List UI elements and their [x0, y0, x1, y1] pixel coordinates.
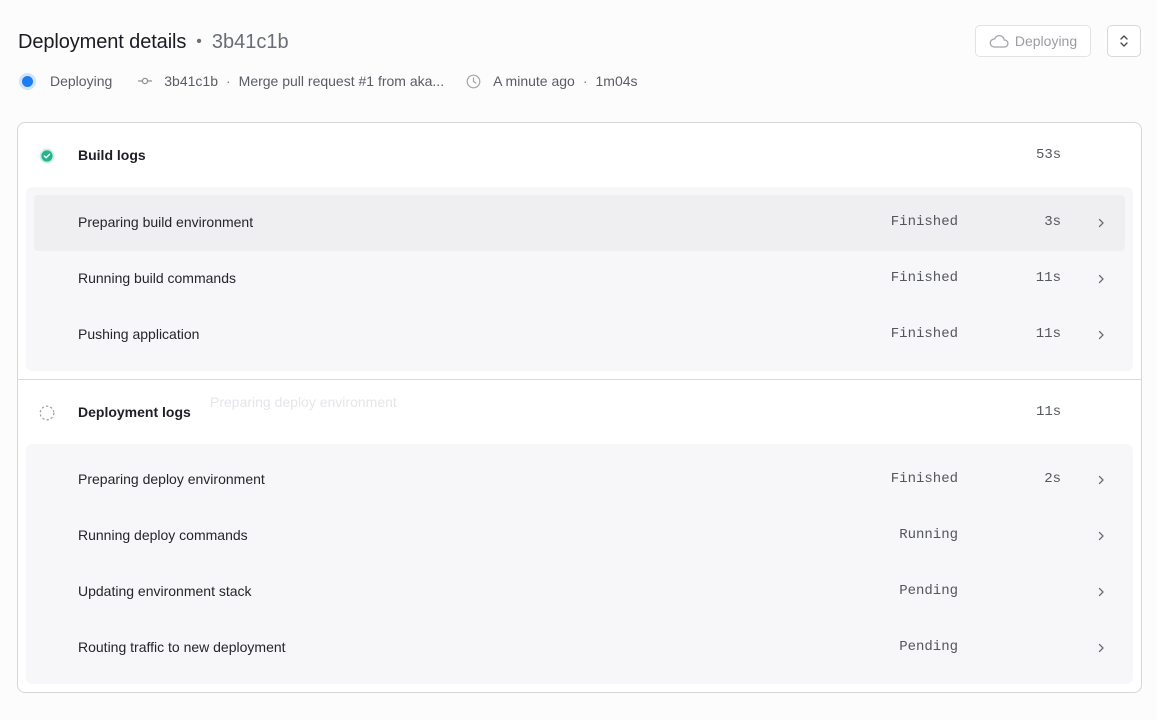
chevron-right-icon: [1095, 272, 1107, 286]
deploy-steps-list: Preparing deploy environment Finished 2s…: [26, 444, 1133, 684]
meta-separator: ·: [582, 73, 588, 89]
cloud-icon: [989, 34, 1009, 48]
chevron-up-down-icon: [1118, 34, 1130, 48]
build-logs-header[interactable]: Build logs 53s: [18, 125, 1141, 185]
step-time: 3s: [1044, 214, 1061, 230]
step-state: Finished: [890, 214, 958, 230]
deployment-details-page: Deployment details • 3b41c1b Deploying D…: [0, 0, 1157, 720]
loading-circle-icon: [39, 405, 55, 421]
title-separator: •: [196, 33, 202, 50]
step-state: Pending: [899, 639, 958, 655]
deployment-logs-duration: 11s: [1036, 404, 1062, 420]
chevron-right-icon: [1095, 641, 1107, 655]
step-label: Preparing deploy environment: [78, 471, 265, 487]
step-label: Running deploy commands: [78, 527, 248, 543]
deploying-button[interactable]: Deploying: [975, 25, 1091, 57]
chevron-right-icon: [1095, 216, 1107, 230]
step-label: Running build commands: [78, 270, 236, 286]
step-state: Pending: [899, 583, 958, 599]
commit-hash-link[interactable]: 3b41c1b: [164, 73, 218, 89]
deployment-duration: 1m04s: [595, 73, 638, 89]
chevron-right-icon: [1095, 585, 1107, 599]
meta-separator: ·: [225, 73, 231, 89]
step-label: Pushing application: [78, 326, 200, 342]
git-commit-icon: [138, 76, 153, 86]
chevron-right-icon: [1095, 529, 1107, 543]
deploy-step-row[interactable]: Running deploy commands Running: [34, 508, 1125, 564]
deployment-logs-title: Deployment logs: [78, 404, 191, 420]
build-logs-title: Build logs: [78, 147, 146, 163]
build-step-row[interactable]: Pushing application Finished 11s: [34, 307, 1125, 363]
step-state: Finished: [890, 326, 958, 342]
build-step-row[interactable]: Preparing build environment Finished 3s: [34, 195, 1125, 251]
step-time: 11s: [1035, 270, 1061, 286]
chevron-right-icon: [1095, 473, 1107, 487]
deploying-button-label: Deploying: [1014, 33, 1078, 49]
step-label: Updating environment stack: [78, 583, 252, 599]
chevron-right-icon: [1095, 328, 1107, 342]
section-divider: [18, 379, 1141, 380]
clock-icon: [466, 74, 481, 89]
logs-panel: Build logs 53s Preparing build environme…: [17, 122, 1142, 693]
deploy-step-row[interactable]: Preparing deploy environment Finished 2s: [34, 452, 1125, 508]
status-indicator: [19, 72, 36, 90]
step-time: 2s: [1044, 471, 1061, 487]
deployment-meta: Deploying 3b41c1b · Merge pull request #…: [19, 71, 638, 91]
step-label: Preparing build environment: [78, 214, 254, 230]
title-row: Deployment details • 3b41c1b: [18, 28, 289, 56]
expand-collapse-button[interactable]: [1107, 25, 1141, 57]
build-step-row[interactable]: Running build commands Finished 11s: [34, 251, 1125, 307]
step-time: 11s: [1035, 326, 1061, 342]
deploy-step-row[interactable]: Routing traffic to new deployment Pendin…: [34, 620, 1125, 676]
build-logs-duration: 53s: [1036, 147, 1062, 163]
commit-message[interactable]: Merge pull request #1 from aka...: [239, 73, 444, 89]
build-steps-list: Preparing build environment Finished 3s …: [26, 187, 1133, 371]
page-title: Deployment details: [18, 30, 187, 53]
step-state: Finished: [890, 471, 958, 487]
check-circle-icon: [39, 148, 55, 164]
step-state: Running: [899, 527, 958, 543]
time-ago: A minute ago: [493, 73, 575, 89]
status-text: Deploying: [50, 73, 113, 89]
step-label: Routing traffic to new deployment: [78, 639, 286, 655]
deployment-logs-header[interactable]: Deployment logs 11s: [18, 382, 1141, 442]
deploy-step-row[interactable]: Updating environment stack Pending: [34, 564, 1125, 620]
step-state: Finished: [890, 270, 958, 286]
title-commit-hash: 3b41c1b: [211, 30, 289, 53]
